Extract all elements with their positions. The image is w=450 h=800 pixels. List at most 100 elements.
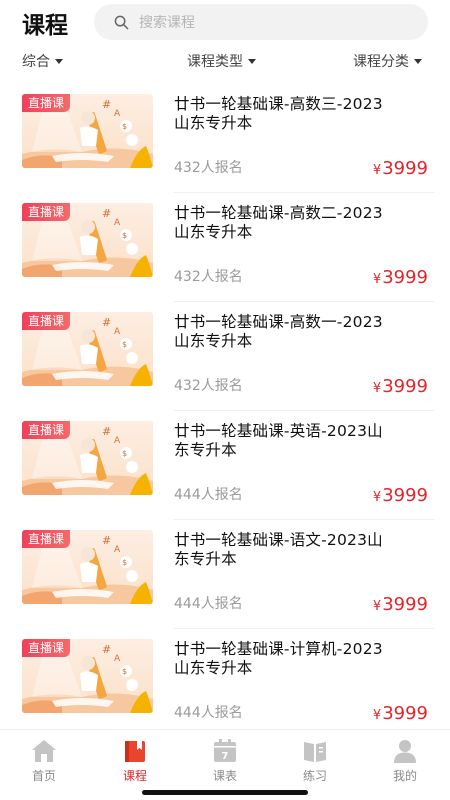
course-title[interactable]: 廿书一轮基础课-英语-2023山 东专升本 [174, 422, 434, 460]
open-book-icon [304, 742, 326, 762]
home-indicator [142, 790, 308, 795]
price-currency: ¥ [372, 272, 382, 287]
course-title-line2: 山东专升本 [174, 114, 253, 132]
course-title[interactable]: 廿书一轮基础课-语文-2023山 东专升本 [174, 531, 434, 569]
course-price: ¥3999 [373, 267, 428, 288]
tab-label: 首页 [31, 769, 56, 783]
price-value: 3999 [382, 267, 428, 288]
svg-text:A: A [114, 327, 121, 337]
course-thumbnail[interactable]: # A $ 直播课 [22, 203, 153, 277]
course-title-line1: 廿书一轮基础课-高数一-2023 [174, 313, 383, 331]
tab-home[interactable]: 首页 [14, 738, 74, 784]
enroll-count: 444人报名 [174, 487, 243, 503]
tab-mine[interactable]: 我的 [375, 738, 435, 784]
live-badge: 直播课 [22, 203, 71, 221]
svg-text:$: $ [122, 122, 127, 131]
svg-text:A: A [114, 436, 121, 446]
course-price: ¥3999 [373, 703, 428, 724]
svg-text:A: A [114, 218, 121, 228]
price-value: 3999 [382, 376, 428, 397]
course-list: # A $ 直播课 廿书一轮基础课-高数三-2023 山东专升本 432人报名 ¥3999 # A… [0, 84, 450, 738]
course-title-line2: 山东专升本 [174, 659, 253, 677]
svg-text:$: $ [122, 340, 127, 349]
course-title-line2: 东专升本 [174, 441, 237, 459]
caret-down-icon [414, 58, 422, 64]
course-thumbnail[interactable]: # A $ 直播课 [22, 421, 153, 495]
tab-label: 课程 [122, 769, 147, 783]
course-title-line1: 廿书一轮基础课-计算机-2023 [174, 640, 383, 658]
tab-course[interactable]: 课程 [105, 738, 165, 784]
header: 课程 搜索课程 [0, 0, 450, 44]
calendar-icon: 7 [214, 739, 236, 762]
tab-label: 课表 [212, 769, 237, 783]
course-item[interactable]: # A $ 直播课 廿书一轮基础课-高数一-2023 山东专升本 432人报名 ¥3999 [0, 302, 450, 411]
live-badge: 直播课 [22, 94, 71, 112]
course-item[interactable]: # A $ 直播课 廿书一轮基础课-计算机-2023 山东专升本 444人报名 ¥3999 [0, 629, 450, 738]
svg-text:#: # [102, 534, 111, 547]
course-title-line2: 东专升本 [174, 550, 237, 568]
price-value: 3999 [382, 594, 428, 615]
filter-course-category[interactable]: 课程分类 [353, 51, 422, 71]
tab-label: 我的 [392, 769, 417, 783]
course-item[interactable]: # A $ 直播课 廿书一轮基础课-高数二-2023 山东专升本 432人报名 ¥3999 [0, 193, 450, 302]
course-price: ¥3999 [373, 376, 428, 397]
course-thumbnail[interactable]: # A $ 直播课 [22, 639, 153, 713]
search-placeholder: 搜索课程 [139, 15, 195, 31]
course-title-line1: 廿书一轮基础课-高数二-2023 [174, 204, 383, 222]
svg-text:#: # [102, 207, 111, 220]
course-title[interactable]: 廿书一轮基础课-高数一-2023 山东专升本 [174, 313, 434, 351]
live-badge: 直播课 [22, 639, 71, 657]
course-title-line1: 廿书一轮基础课-语文-2023山 [174, 531, 383, 549]
enroll-count: 432人报名 [174, 160, 243, 176]
course-item[interactable]: # A $ 直播课 廿书一轮基础课-英语-2023山 东专升本 444人报名 ¥3999 [0, 411, 450, 520]
course-title[interactable]: 廿书一轮基础课-计算机-2023 山东专升本 [174, 640, 434, 678]
enroll-count: 444人报名 [174, 705, 243, 721]
price-currency: ¥ [372, 708, 382, 723]
enroll-count: 444人报名 [174, 596, 243, 612]
tab-label: 练习 [302, 769, 327, 783]
course-title-line1: 廿书一轮基础课-英语-2023山 [174, 422, 383, 440]
course-page: 课程 搜索课程 综合 课程类型 课程分类 # A $ 直播课 廿书一轮基础课-高数三-2… [0, 0, 450, 800]
caret-down-icon [55, 58, 63, 64]
course-title[interactable]: 廿书一轮基础课-高数三-2023 山东专升本 [174, 95, 434, 133]
filter-bar: 综合 课程类型 课程分类 [0, 48, 450, 72]
caret-down-icon [248, 58, 256, 64]
filter-course-type[interactable]: 课程类型 [187, 51, 256, 71]
course-thumbnail[interactable]: # A $ 直播课 [22, 312, 153, 386]
enroll-count: 432人报名 [174, 269, 243, 285]
course-title[interactable]: 廿书一轮基础课-高数二-2023 山东专升本 [174, 204, 434, 242]
course-title-line1: 廿书一轮基础课-高数三-2023 [174, 95, 383, 113]
course-item[interactable]: # A $ 直播课 廿书一轮基础课-高数三-2023 山东专升本 432人报名 ¥3999 [0, 84, 450, 193]
svg-text:A: A [114, 545, 121, 555]
svg-text:#: # [102, 98, 111, 111]
price-value: 3999 [382, 158, 428, 179]
live-badge: 直播课 [22, 312, 71, 330]
svg-text:$: $ [122, 558, 127, 567]
course-book-icon [125, 741, 145, 762]
svg-text:$: $ [122, 449, 127, 458]
price-value: 3999 [382, 703, 428, 724]
filter-label: 课程类型 [187, 54, 243, 70]
svg-text:A: A [114, 654, 121, 664]
search-input[interactable]: 搜索课程 [94, 4, 428, 40]
svg-text:#: # [102, 643, 111, 656]
enroll-count: 432人报名 [174, 378, 243, 394]
tab-practice[interactable]: 练习 [285, 738, 345, 784]
search-icon [114, 15, 129, 29]
page-title: 课程 [22, 13, 68, 39]
filter-comprehensive[interactable]: 综合 [22, 51, 63, 71]
course-price: ¥3999 [373, 485, 428, 506]
course-item[interactable]: # A $ 直播课 廿书一轮基础课-语文-2023山 东专升本 444人报名 ¥3999 [0, 520, 450, 629]
course-price: ¥3999 [373, 158, 428, 179]
course-thumbnail[interactable]: # A $ 直播课 [22, 94, 153, 168]
home-icon [32, 740, 56, 762]
calendar-day: 7 [222, 751, 229, 762]
svg-text:$: $ [122, 231, 127, 240]
course-title-line2: 山东专升本 [174, 223, 253, 241]
tab-schedule[interactable]: 7 课表 [195, 738, 255, 784]
user-icon [394, 740, 416, 763]
svg-text:A: A [114, 109, 121, 119]
course-thumbnail[interactable]: # A $ 直播课 [22, 530, 153, 604]
filter-label: 课程分类 [353, 54, 409, 70]
filter-label: 综合 [22, 54, 50, 70]
